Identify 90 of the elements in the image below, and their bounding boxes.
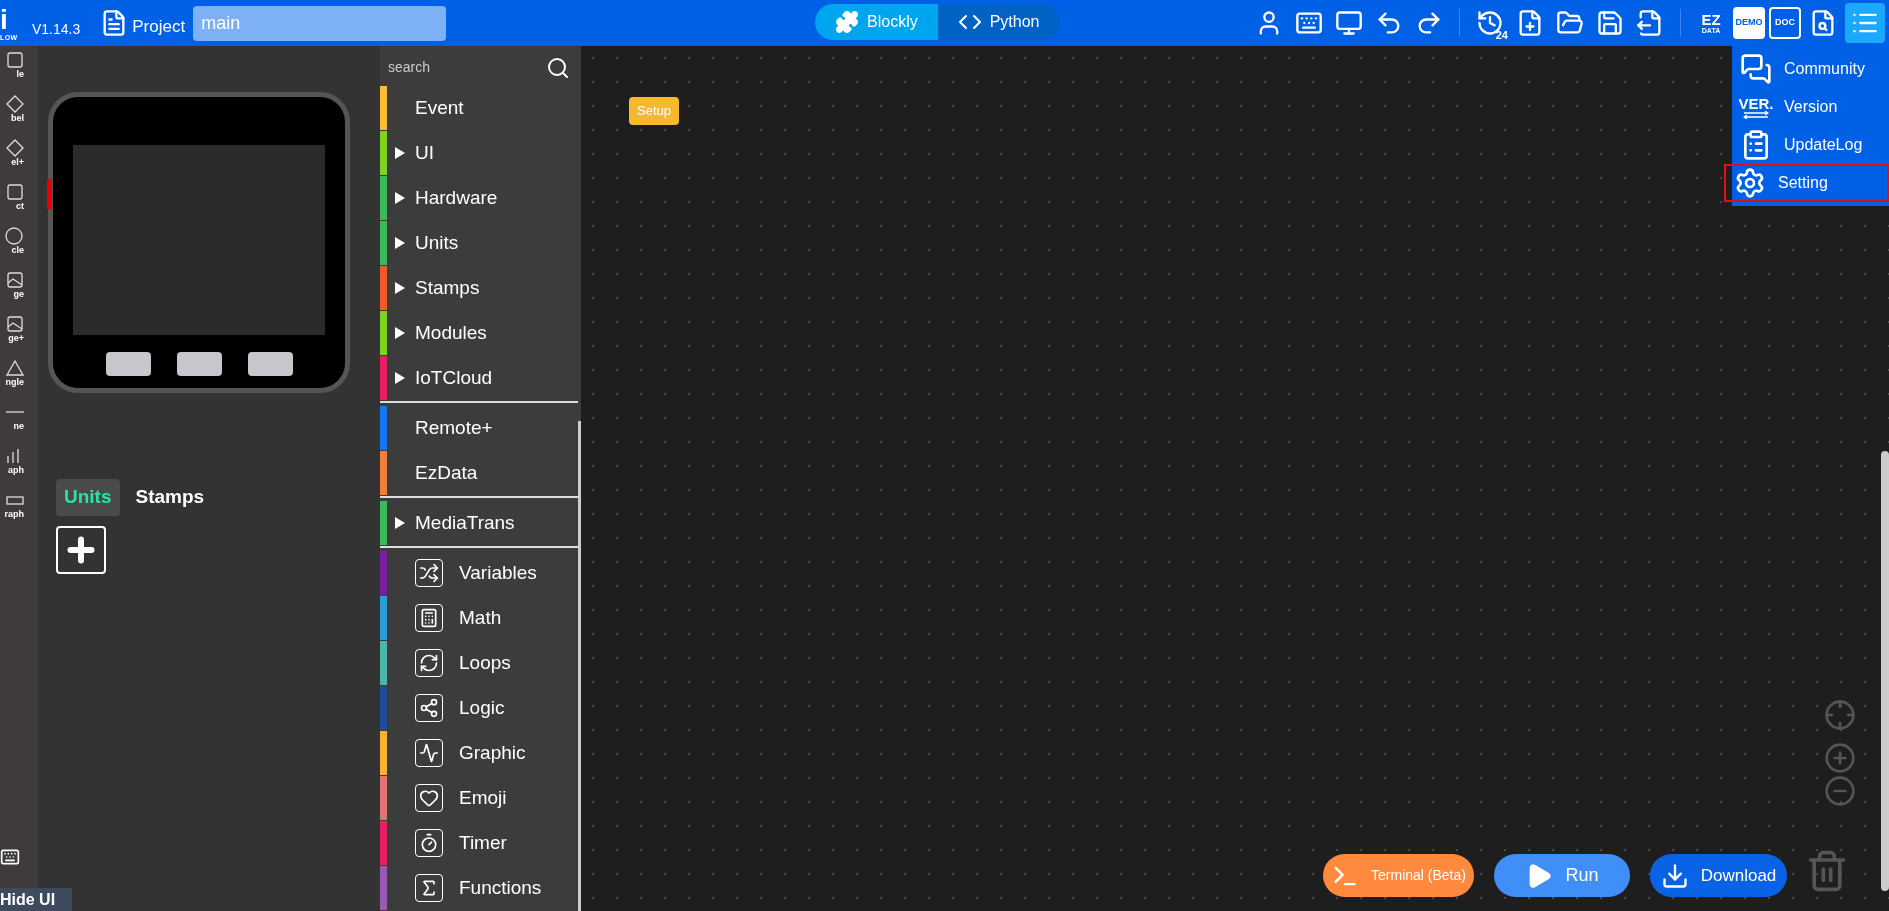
history-button[interactable]: 24 — [1472, 5, 1508, 41]
category-item[interactable]: Loops — [380, 641, 578, 685]
image-shape-icon — [4, 314, 24, 334]
menu-item[interactable]: Setting — [1724, 164, 1889, 202]
functions-icon — [415, 874, 443, 902]
category-item[interactable]: EzData — [380, 451, 578, 495]
add-button[interactable] — [56, 525, 106, 574]
category-label: Functions — [459, 875, 542, 900]
variables-icon — [415, 559, 443, 587]
category-label: EzData — [415, 460, 478, 485]
menu-item[interactable]: UpdateLog — [1732, 126, 1889, 164]
category-label: UI — [415, 140, 434, 165]
emoji-icon — [415, 784, 443, 812]
category-label: Timer — [459, 830, 507, 855]
menu-item[interactable]: Community — [1732, 50, 1889, 88]
rect-shape-icon — [4, 182, 24, 202]
puzzle-icon — [835, 10, 859, 34]
category-item[interactable]: Timer — [380, 821, 578, 865]
hide-ui-button[interactable]: Hide UI — [0, 888, 72, 911]
settings-icon — [1734, 167, 1766, 199]
circle-shape-icon — [4, 226, 24, 246]
mode-tab[interactable]: Python — [937, 4, 1060, 40]
logic-icon — [415, 694, 443, 722]
shape-tool[interactable]: ne — [0, 402, 38, 446]
category-label: Modules — [415, 320, 487, 345]
version-label: V1.14.3 — [32, 19, 81, 39]
triangle-shape-icon — [4, 358, 24, 378]
shape-tool[interactable]: raph — [0, 490, 38, 534]
category-label: IoTCloud — [415, 365, 493, 390]
category-item[interactable]: Modules — [380, 311, 578, 355]
download-button[interactable]: Download — [1650, 854, 1787, 897]
category-label: Variables — [459, 560, 537, 585]
shape-tool[interactable]: le — [0, 50, 38, 94]
doc-button[interactable]: DOC — [1769, 7, 1801, 39]
category-label: Hardware — [415, 185, 498, 210]
category-item[interactable]: Graphic — [380, 731, 578, 775]
project-button[interactable]: Project — [100, 7, 186, 39]
download-icon — [1660, 861, 1689, 890]
category-item[interactable]: Logic — [380, 686, 578, 730]
search-icon — [546, 55, 570, 80]
diamond-shape-icon — [4, 94, 24, 114]
category-item[interactable]: UI — [380, 131, 578, 175]
category-label: Event — [415, 95, 464, 120]
shape-tool[interactable]: ge — [0, 270, 38, 314]
category-label: Units — [415, 230, 459, 255]
category-item[interactable]: Variables — [380, 551, 578, 595]
category-item[interactable]: Emoji — [380, 776, 578, 820]
keyboard-icon[interactable] — [0, 847, 20, 867]
category-label: Graphic — [459, 740, 526, 765]
timer-icon — [415, 829, 443, 857]
line-shape-icon — [6, 411, 24, 413]
rect-shape-icon — [4, 50, 24, 70]
shape-tool[interactable]: el+ — [0, 138, 38, 182]
graphic-icon — [415, 739, 443, 767]
shape-tool[interactable]: ct — [0, 182, 38, 226]
category-label: Logic — [459, 695, 505, 720]
category-item[interactable]: Units — [380, 221, 578, 265]
category-label: MediaTrans — [415, 510, 515, 535]
category-item[interactable]: Functions — [380, 866, 578, 910]
loops-icon — [415, 649, 443, 677]
category-item[interactable]: Stamps — [380, 266, 578, 310]
shape-tool[interactable]: aph — [0, 446, 38, 490]
save-icon — [1596, 9, 1624, 37]
menu-button[interactable] — [1845, 3, 1885, 43]
shape-tool[interactable]: bel — [0, 94, 38, 138]
image-shape-icon — [4, 270, 24, 290]
device-tab[interactable]: Units — [56, 479, 120, 516]
category-item[interactable]: IoTCloud — [380, 356, 578, 400]
device-tab[interactable]: Stamps — [127, 479, 213, 516]
category-label: Stamps — [415, 275, 480, 300]
search-field[interactable]: search — [380, 46, 578, 85]
chat-icon — [1740, 53, 1772, 85]
category-label: Remote+ — [415, 415, 493, 440]
shape-tool[interactable]: ge+ — [0, 314, 38, 358]
history-count: 24 — [1495, 30, 1508, 41]
category-label: Loops — [459, 650, 511, 675]
category-item[interactable]: Hardware — [380, 176, 578, 220]
save-as-icon — [1636, 9, 1664, 37]
category-item[interactable]: MediaTrans — [380, 501, 578, 545]
category-label: Emoji — [459, 785, 507, 810]
category-label: Math — [459, 605, 502, 630]
category-item[interactable]: Event — [380, 86, 578, 130]
demo-button[interactable]: DEMO — [1733, 7, 1765, 39]
shape-tool[interactable]: ngle — [0, 358, 38, 402]
category-item[interactable]: Remote+ — [380, 406, 578, 450]
category-item[interactable]: Math — [380, 596, 578, 640]
math-icon — [415, 604, 443, 632]
shape-tool[interactable]: cle — [0, 226, 38, 270]
menu-item[interactable]: VER. Version — [1732, 88, 1889, 126]
diamond-shape-icon — [4, 138, 24, 158]
